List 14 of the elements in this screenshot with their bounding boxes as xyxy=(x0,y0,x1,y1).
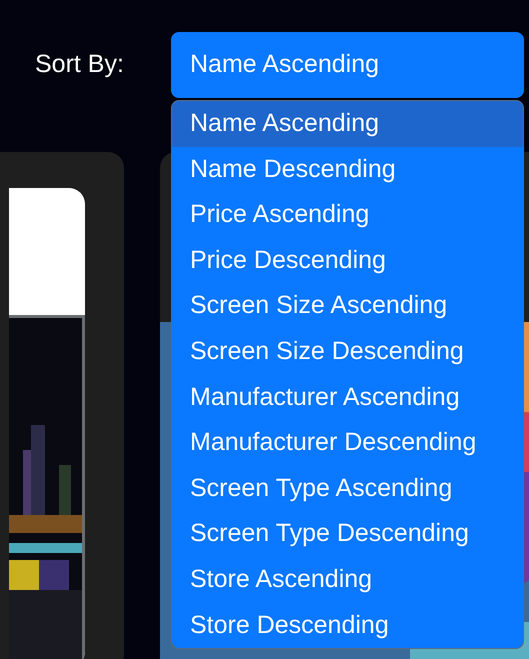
dropdown-option[interactable]: Screen Type Ascending xyxy=(172,466,523,512)
dropdown-option[interactable]: Name Ascending xyxy=(172,101,523,147)
dropdown-option[interactable]: Store Descending xyxy=(172,602,523,648)
dropdown-option[interactable]: Screen Type Descending xyxy=(172,511,523,557)
sort-label: Sort By: xyxy=(35,49,125,80)
dropdown-option[interactable]: Screen Size Ascending xyxy=(172,283,523,329)
dropdown-option[interactable]: Name Descending xyxy=(172,146,523,192)
dropdown-option[interactable]: Screen Size Descending xyxy=(172,328,523,375)
dropdown-option[interactable]: Manufacturer Descending xyxy=(172,420,523,466)
dropdown-option[interactable]: Price Ascending xyxy=(172,192,523,238)
dropdown-option[interactable]: Price Descending xyxy=(172,238,523,284)
dropdown-option[interactable]: Manufacturer Ascending xyxy=(172,374,523,420)
dropdown-option[interactable]: Store Ascending xyxy=(172,556,523,603)
sort-select[interactable]: Name Ascending xyxy=(171,32,524,98)
